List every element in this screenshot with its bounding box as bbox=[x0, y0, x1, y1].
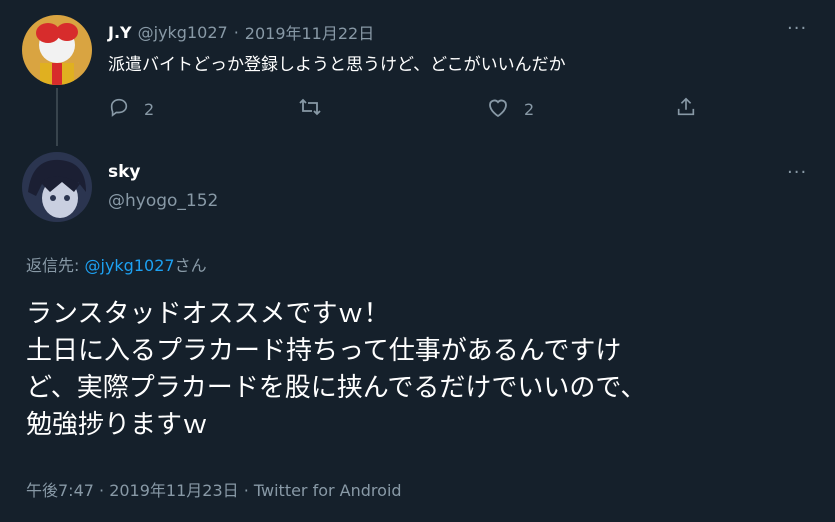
reply-count: 2 bbox=[144, 99, 155, 119]
parent-separator: · bbox=[233, 22, 239, 42]
like-action[interactable]: 2 bbox=[486, 96, 534, 122]
retweet-icon bbox=[298, 96, 322, 122]
thread-line bbox=[56, 88, 58, 146]
tweet-line: ど、実際プラカードを股に挟んでるだけでいいので、 bbox=[26, 373, 647, 403]
reply-icon bbox=[108, 96, 130, 122]
tweet-meta[interactable]: 午後7:47 · 2019年11月23日 · Twitter for Andro… bbox=[26, 477, 402, 501]
like-count: 2 bbox=[524, 99, 535, 119]
parent-display-name[interactable]: J.Y bbox=[108, 23, 132, 42]
reply-prefix: 返信先: bbox=[26, 256, 80, 275]
replying-to: 返信先: @jykg1027さん bbox=[26, 252, 207, 276]
reply-mention[interactable]: @jykg1027 bbox=[85, 256, 175, 275]
avatar-sky[interactable] bbox=[22, 152, 92, 222]
parent-tweet-text: 派遣バイトどっか登録しようと思うけど、どこがいいんだか bbox=[108, 55, 566, 75]
parent-handle[interactable]: @jykg1027 bbox=[138, 23, 228, 42]
heart-icon bbox=[486, 96, 510, 122]
retweet-action[interactable] bbox=[298, 96, 322, 122]
main-more-button[interactable]: ··· bbox=[787, 162, 807, 183]
tweet-line: 土日に入るプラカード持ちって仕事があるんですけ bbox=[26, 336, 622, 366]
main-tweet-text: ランスタッドオススメですｗ！ 土日に入るプラカード持ちって仕事があるんですけ ど… bbox=[26, 296, 646, 444]
share-icon bbox=[675, 96, 697, 122]
parent-tweet-header: J.Y @jykg1027 · 2019年11月22日 bbox=[108, 20, 374, 44]
parent-more-button[interactable]: ··· bbox=[787, 18, 807, 39]
main-handle[interactable]: @hyogo_152 bbox=[108, 191, 218, 211]
avatar-jy[interactable] bbox=[22, 15, 92, 85]
tweet-line: 勉強捗りますｗ bbox=[26, 410, 209, 440]
reply-suffix: さん bbox=[174, 256, 207, 275]
main-display-name[interactable]: sky bbox=[108, 162, 141, 182]
parent-date[interactable]: 2019年11月22日 bbox=[245, 20, 374, 44]
share-action[interactable] bbox=[675, 96, 697, 122]
reply-action[interactable]: 2 bbox=[108, 96, 154, 122]
tweet-line: ランスタッドオススメですｗ！ bbox=[26, 299, 390, 329]
